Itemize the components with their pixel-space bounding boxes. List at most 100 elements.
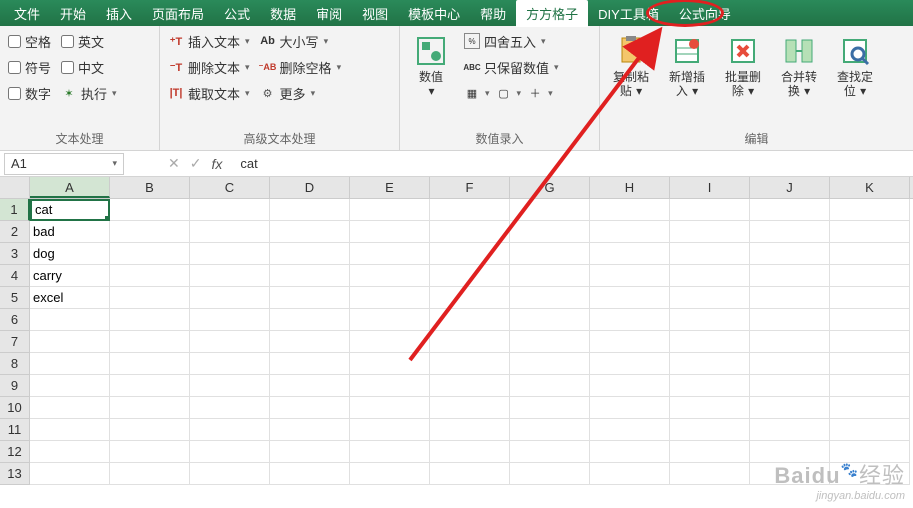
delete-text-button[interactable]: ⁻T删除文本▾ [168,56,250,78]
cell-G9[interactable] [510,375,590,397]
cell-K10[interactable] [830,397,910,419]
cell-I2[interactable] [670,221,750,243]
col-header-D[interactable]: D [270,177,350,198]
cell-F6[interactable] [430,309,510,331]
cell-F2[interactable] [430,221,510,243]
cell-F4[interactable] [430,265,510,287]
extract-text-button[interactable]: |T|截取文本▾ [168,82,250,104]
row-header-10[interactable]: 10 [0,397,30,419]
cell-G3[interactable] [510,243,590,265]
cell-H3[interactable] [590,243,670,265]
menu-tab-1[interactable]: 开始 [50,0,96,27]
cell-K2[interactable] [830,221,910,243]
cell-C10[interactable] [190,397,270,419]
cell-I7[interactable] [670,331,750,353]
cell-F1[interactable] [430,199,510,221]
cell-C7[interactable] [190,331,270,353]
cell-C8[interactable] [190,353,270,375]
cell-B1[interactable] [110,199,190,221]
row-header-9[interactable]: 9 [0,375,30,397]
cell-E5[interactable] [350,287,430,309]
row-header-1[interactable]: 1 [0,199,30,221]
col-header-G[interactable]: G [510,177,590,198]
menu-tab-5[interactable]: 数据 [260,0,306,27]
menu-tab-4[interactable]: 公式 [214,0,260,27]
cell-J7[interactable] [750,331,830,353]
cancel-icon[interactable]: ✕ [168,155,180,172]
cell-E8[interactable] [350,353,430,375]
cell-J3[interactable] [750,243,830,265]
cell-E6[interactable] [350,309,430,331]
menu-tab-0[interactable]: 文件 [4,0,50,27]
cell-J8[interactable] [750,353,830,375]
cell-B2[interactable] [110,221,190,243]
menu-tab-2[interactable]: 插入 [96,0,142,27]
cell-J5[interactable] [750,287,830,309]
cell-H4[interactable] [590,265,670,287]
cell-F7[interactable] [430,331,510,353]
value-button[interactable]: 数值 ▾ [408,30,454,127]
cell-F3[interactable] [430,243,510,265]
round-button[interactable]: %四舍五入▾ [464,30,559,52]
menu-tab-9[interactable]: 帮助 [470,0,516,27]
cell-B11[interactable] [110,419,190,441]
cell-E1[interactable] [350,199,430,221]
name-box[interactable]: A1 ▾ [4,153,124,175]
cell-F5[interactable] [430,287,510,309]
insert-text-button[interactable]: ⁺T插入文本▾ [168,30,250,52]
cell-E12[interactable] [350,441,430,463]
check-chinese[interactable]: 中文 [61,56,117,78]
cell-D11[interactable] [270,419,350,441]
cell-B3[interactable] [110,243,190,265]
cell-J9[interactable] [750,375,830,397]
col-header-E[interactable]: E [350,177,430,198]
row-header-12[interactable]: 12 [0,441,30,463]
case-button[interactable]: Ab大小写▾ [260,30,342,52]
menu-tab-11[interactable]: DIY工具箱 [588,0,669,27]
cell-G2[interactable] [510,221,590,243]
cell-B12[interactable] [110,441,190,463]
cell-A5[interactable]: excel [30,287,110,309]
cell-B10[interactable] [110,397,190,419]
cell-H8[interactable] [590,353,670,375]
row-header-4[interactable]: 4 [0,265,30,287]
cell-E7[interactable] [350,331,430,353]
row-header-5[interactable]: 5 [0,287,30,309]
row-header-11[interactable]: 11 [0,419,30,441]
cell-H2[interactable] [590,221,670,243]
cell-I5[interactable] [670,287,750,309]
cell-C3[interactable] [190,243,270,265]
cell-E11[interactable] [350,419,430,441]
check-symbol[interactable]: 符号 [8,56,51,78]
cell-C4[interactable] [190,265,270,287]
cell-C9[interactable] [190,375,270,397]
cell-D8[interactable] [270,353,350,375]
check-english[interactable]: 英文 [61,30,117,52]
cell-F10[interactable] [430,397,510,419]
col-header-C[interactable]: C [190,177,270,198]
cell-I11[interactable] [670,419,750,441]
cell-A2[interactable]: bad [30,221,110,243]
cell-B6[interactable] [110,309,190,331]
cell-D4[interactable] [270,265,350,287]
cell-K9[interactable] [830,375,910,397]
cell-A4[interactable]: carry [30,265,110,287]
cell-A13[interactable] [30,463,110,485]
cell-D13[interactable] [270,463,350,485]
cell-B13[interactable] [110,463,190,485]
cell-G8[interactable] [510,353,590,375]
menu-tab-8[interactable]: 模板中心 [398,0,470,27]
menu-tab-7[interactable]: 视图 [352,0,398,27]
cell-A1[interactable]: cat [30,199,110,221]
cell-I10[interactable] [670,397,750,419]
cell-C13[interactable] [190,463,270,485]
edit-btn-3[interactable]: 合并转换 ▾ [776,30,822,127]
col-header-B[interactable]: B [110,177,190,198]
menu-tab-6[interactable]: 审阅 [306,0,352,27]
cell-I4[interactable] [670,265,750,287]
cell-E10[interactable] [350,397,430,419]
cell-I9[interactable] [670,375,750,397]
col-header-F[interactable]: F [430,177,510,198]
cell-D5[interactable] [270,287,350,309]
cell-G13[interactable] [510,463,590,485]
